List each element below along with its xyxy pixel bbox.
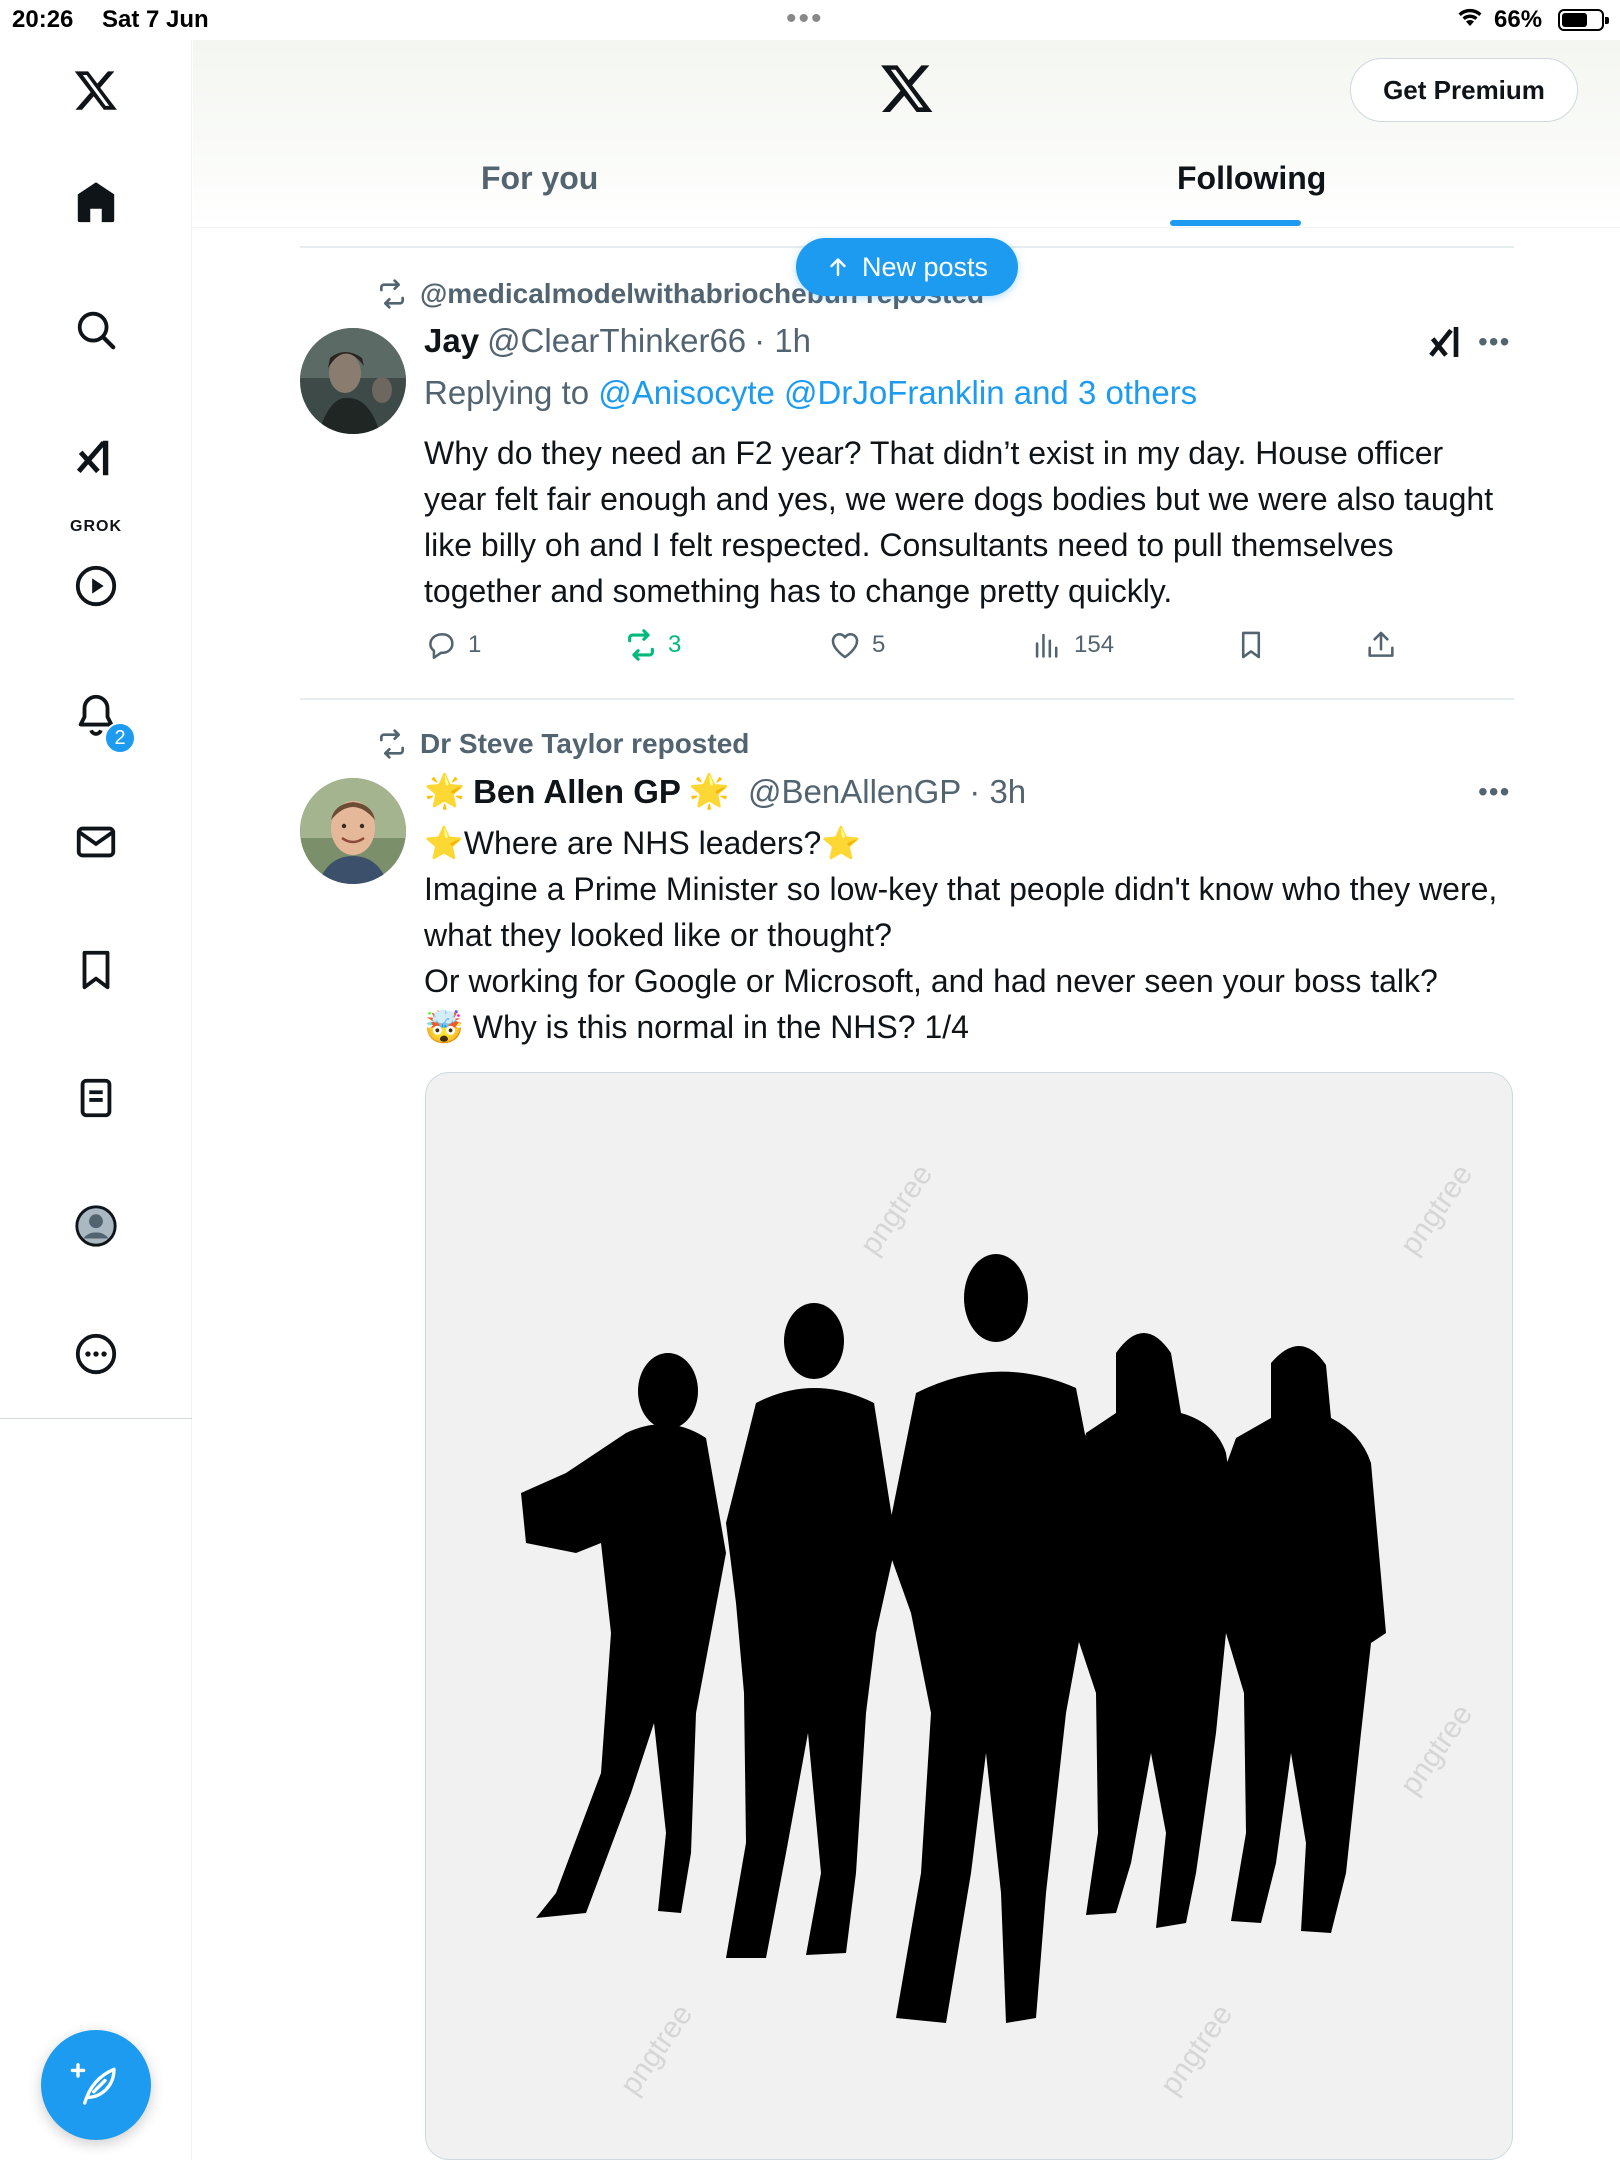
tab-following[interactable]: Following: [1177, 160, 1326, 197]
compose-feather-icon: [70, 2063, 116, 2105]
video-icon[interactable]: [66, 556, 126, 616]
grok-label: GROK: [70, 518, 122, 535]
notification-badge: 2: [104, 722, 136, 754]
messages-icon[interactable]: [66, 812, 126, 872]
new-posts-button[interactable]: New posts: [796, 238, 1018, 296]
bookmarks-icon[interactable]: [66, 940, 126, 1000]
like-count: 5: [872, 631, 886, 658]
header: Get Premium For you Following: [193, 40, 1620, 228]
arrow-up-icon: [830, 258, 846, 277]
repost-count: 3: [668, 631, 682, 658]
sidebar: GROK 2: [0, 40, 192, 2160]
analytics-icon: [1035, 633, 1058, 658]
reply-icon: [429, 633, 454, 660]
lists-icon[interactable]: [66, 1068, 126, 1128]
more-options-icon[interactable]: •••: [1478, 326, 1510, 358]
repost-icon: [380, 729, 404, 759]
battery-percentage: 66%: [1494, 6, 1543, 33]
post-text: ⭐Where are NHS leaders?⭐ Imagine a Prime…: [424, 820, 1514, 1050]
get-premium-button[interactable]: Get Premium: [1350, 58, 1578, 122]
author-handle[interactable]: @BenAllenGP: [748, 773, 961, 811]
post-text-line: Imagine a Prime Minister so low-key that…: [424, 871, 1498, 953]
heart-icon: [831, 633, 859, 659]
post-media-image[interactable]: pngtree pngtree pngtree pngtree pngtree: [425, 1072, 1513, 2160]
post-text-line: 🤯 Why is this normal in the NHS? 1/4: [424, 1009, 969, 1045]
repost-icon: [628, 629, 654, 661]
post-timestamp[interactable]: · 3h: [969, 773, 1026, 811]
avatar[interactable]: [300, 328, 406, 434]
more-options-icon[interactable]: •••: [1478, 776, 1510, 808]
battery-icon: [1558, 9, 1609, 31]
active-tab-indicator: [1170, 220, 1301, 226]
x-logo-icon[interactable]: [66, 60, 126, 120]
author-name[interactable]: Jay: [424, 322, 479, 360]
status-time: 20:26: [12, 6, 74, 33]
compose-button[interactable]: [41, 2030, 151, 2140]
reply-count: 1: [468, 631, 482, 658]
status-date: Sat 7 Jun: [102, 6, 209, 33]
silhouettes-illustration: [521, 1254, 1386, 2023]
view-count: 154: [1074, 631, 1115, 658]
post-text-line: ⭐Where are NHS leaders?⭐: [424, 825, 862, 861]
post-author-row: Jay @ClearThinker66 · 1h: [424, 322, 811, 360]
bookmark-icon: [1241, 631, 1261, 659]
sidebar-divider: [0, 1418, 192, 1419]
views-button[interactable]: 154: [1030, 628, 1114, 662]
author-handle[interactable]: @ClearThinker66: [487, 322, 746, 360]
repost-icon: [380, 279, 404, 309]
grok-icon[interactable]: [66, 428, 126, 488]
avatar[interactable]: [300, 778, 406, 884]
bookmark-button[interactable]: [1234, 628, 1268, 662]
more-icon[interactable]: [66, 1324, 126, 1384]
post-divider: [300, 698, 1514, 700]
share-button[interactable]: [1364, 628, 1398, 662]
post-author-row: 🌟 Ben Allen GP 🌟 @BenAllenGP · 3h: [424, 772, 1026, 811]
x-logo-icon[interactable]: [879, 60, 935, 116]
profile-icon[interactable]: [66, 1196, 126, 1256]
repost-indicator: Dr Steve Taylor reposted: [376, 728, 749, 760]
search-icon[interactable]: [66, 300, 126, 360]
repost-button[interactable]: 3: [624, 628, 681, 662]
post-text-line: Or working for Google or Microsoft, and …: [424, 963, 1438, 999]
wifi-icon: [1458, 8, 1482, 26]
post-actions: 1 3 5 154: [424, 628, 1424, 668]
like-button[interactable]: 5: [828, 628, 885, 662]
reply-context: Replying to @Anisocyte @DrJoFranklin and…: [424, 374, 1197, 412]
reply-button[interactable]: 1: [424, 628, 481, 662]
post-text: Why do they need an F2 year? That didn’t…: [424, 435, 1494, 609]
author-name[interactable]: Ben Allen GP: [473, 773, 681, 811]
home-icon[interactable]: [66, 172, 126, 232]
tab-for-you[interactable]: For you: [481, 160, 598, 197]
reply-mentions[interactable]: @Anisocyte @DrJoFranklin and 3 others: [598, 374, 1197, 411]
share-icon: [1368, 631, 1394, 657]
post-timestamp[interactable]: · 1h: [754, 322, 811, 360]
reply-prefix: Replying to: [424, 374, 599, 411]
star-emoji-icon: 🌟: [688, 772, 731, 809]
star-emoji-icon: 🌟: [424, 772, 466, 809]
multitasking-dots-icon[interactable]: •••: [786, 2, 824, 36]
new-posts-label: New posts: [861, 251, 989, 282]
status-bar: 20:26 Sat 7 Jun ••• 66%: [0, 0, 1620, 40]
grok-explain-icon[interactable]: [1426, 322, 1466, 362]
repost-by-label[interactable]: Dr Steve Taylor reposted: [420, 728, 749, 760]
